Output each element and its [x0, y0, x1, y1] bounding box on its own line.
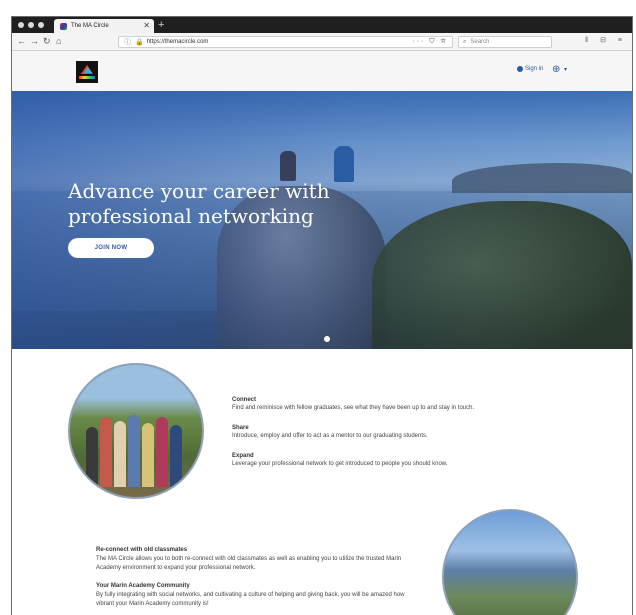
- globe-icon[interactable]: ⊕: [552, 64, 560, 75]
- search-placeholder: Search: [470, 39, 490, 45]
- logo-stripe-icon: [79, 76, 95, 79]
- home-icon[interactable]: ⌂: [56, 36, 61, 47]
- minimize-window-button[interactable]: [28, 22, 34, 28]
- feature-text: Leverage your professional network to ge…: [232, 461, 448, 467]
- reload-icon[interactable]: ↻: [43, 36, 51, 47]
- browser-window: The MA Circle ✕ + ← → ↻ ⌂ ⓘ 🔒 https://th…: [11, 16, 633, 615]
- feature-share: Share Introduce, employ and offer to act…: [232, 425, 562, 439]
- site-favicon-icon: [60, 22, 67, 30]
- section-text: The MA Circle allows you to both re-conn…: [96, 556, 402, 571]
- lock-icon: 🔒: [135, 39, 144, 46]
- feature-connect: Connect Find and reminisce with fellow g…: [232, 397, 562, 411]
- close-window-button[interactable]: [18, 22, 24, 28]
- feature-heading: Expand: [232, 453, 254, 459]
- photo-person: [114, 421, 126, 487]
- window-controls: [18, 22, 44, 28]
- hero-banner: Advance your career with professional ne…: [12, 91, 632, 349]
- feature-expand: Expand Leverage your professional networ…: [232, 453, 562, 467]
- url-text[interactable]: https://themacircle.com: [147, 39, 209, 45]
- back-arrow-icon[interactable]: ←: [17, 36, 26, 47]
- section-heading: Re-connect with old classmates: [96, 547, 188, 553]
- user-icon: [517, 66, 523, 72]
- landscape-photo: [442, 509, 578, 615]
- group-photo: [68, 363, 204, 499]
- info-icon[interactable]: ⓘ: [124, 37, 131, 47]
- sign-in-link[interactable]: Sign in: [517, 66, 543, 72]
- tab-title: The MA Circle: [71, 23, 109, 29]
- logo-inner-triangle-icon: [84, 67, 92, 73]
- maximize-window-button[interactable]: [38, 22, 44, 28]
- photo-person: [156, 417, 168, 487]
- section-heading: Your Marin Academy Community: [96, 583, 190, 589]
- close-tab-icon[interactable]: ✕: [143, 21, 150, 30]
- chevron-down-icon[interactable]: ▾: [564, 66, 567, 73]
- navigation-bar: ← → ↻ ⌂ ⓘ 🔒 https://themacircle.com ··· …: [12, 33, 632, 51]
- browser-tab[interactable]: The MA Circle ✕: [54, 19, 154, 33]
- photo-person: [128, 415, 140, 487]
- feature-text: Find and reminisce with fellow graduates…: [232, 405, 475, 411]
- tab-bar: The MA Circle ✕ +: [12, 17, 632, 33]
- photo-person: [86, 427, 98, 487]
- photo-person: [170, 425, 182, 487]
- photo-person: [142, 423, 154, 487]
- new-tab-icon[interactable]: +: [158, 18, 164, 32]
- page-actions-icon[interactable]: ··· ⛉ ☆: [412, 38, 448, 46]
- feature-heading: Share: [232, 425, 249, 431]
- community-section: Your Marin Academy Community By fully in…: [96, 582, 416, 609]
- reconnect-section: Re-connect with old classmates The MA Ci…: [96, 546, 416, 573]
- feature-heading: Connect: [232, 397, 256, 403]
- search-input[interactable]: ⌕ Search: [458, 36, 552, 48]
- carousel-indicator[interactable]: [324, 336, 330, 342]
- search-icon: ⌕: [463, 38, 467, 45]
- forward-arrow-icon[interactable]: →: [30, 36, 39, 47]
- join-now-button[interactable]: JOIN NOW: [68, 238, 154, 258]
- sign-in-label: Sign in: [525, 66, 544, 72]
- marin-academy-logo[interactable]: [76, 61, 98, 83]
- site-header: Sign in ⊕ ▾: [12, 51, 632, 91]
- toolbar-icons[interactable]: ⫴ ⊟ ≡: [585, 36, 627, 45]
- photo-person: [100, 417, 112, 487]
- url-bar[interactable]: ⓘ 🔒 https://themacircle.com ··· ⛉ ☆: [118, 36, 453, 48]
- section-text: By fully integrating with social network…: [96, 592, 405, 607]
- hero-title: Advance your career with professional ne…: [68, 179, 330, 228]
- feature-text: Introduce, employ and offer to act as a …: [232, 433, 428, 439]
